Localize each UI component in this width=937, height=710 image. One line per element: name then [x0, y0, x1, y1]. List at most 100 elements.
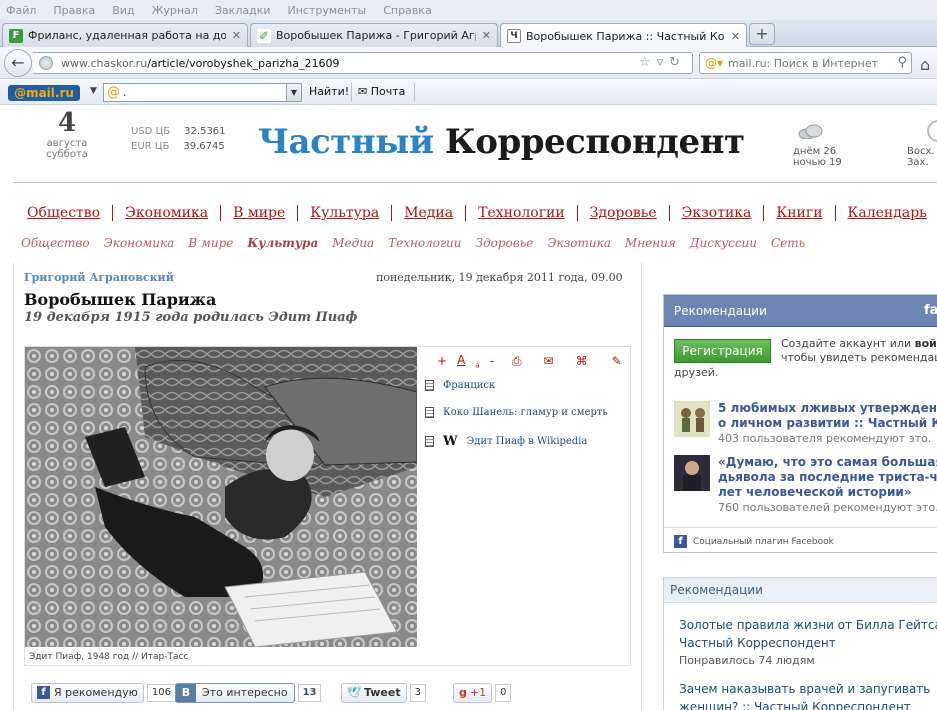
bookmark-star-icon[interactable]: ☆ — [639, 55, 657, 70]
tweet-button[interactable]: 🕊 Tweet — [341, 682, 407, 703]
related-link[interactable]: W Эдит Пиаф в Wikipedia — [425, 434, 587, 449]
menu-view[interactable]: Вид — [112, 4, 134, 17]
reload-icon[interactable]: ↻ — [669, 55, 686, 70]
font-size-button[interactable]: Aa — [457, 353, 480, 369]
article-tools: + Aa - ⎙ ✉ ⌘ ✎ — [437, 353, 632, 369]
menu-file[interactable]: Файл — [6, 4, 36, 17]
rubric-culture[interactable]: Культура — [310, 205, 379, 221]
register-button[interactable]: Регистрация — [674, 339, 771, 363]
network-icon[interactable]: ⌘ — [576, 354, 588, 368]
fb-login-link[interactable]: войти — [915, 337, 937, 350]
menu-tools[interactable]: Инструменты — [288, 4, 367, 17]
font-decrease-button[interactable]: - — [490, 354, 494, 368]
rubric-separator — [576, 205, 578, 221]
email-icon[interactable]: ✉ — [544, 354, 554, 368]
font-increase-button[interactable]: + — [437, 354, 447, 368]
fb-text-see: чтобы увидеть рекомендации — [781, 351, 937, 364]
recommendation-item[interactable]: Золотые правила жизни от Билла Гейтса Ча… — [679, 616, 937, 670]
chaskor-favicon-icon: Ч — [507, 29, 521, 43]
rubric-exotic[interactable]: Экзотика — [682, 205, 752, 221]
subrubric-opinions[interactable]: Мнения — [625, 236, 676, 250]
dropdown-arrow-icon[interactable]: ▿ — [657, 55, 670, 70]
subrubric-media[interactable]: Медиа — [332, 236, 374, 250]
print-icon[interactable]: ⎙ — [512, 354, 522, 369]
rubric-economy[interactable]: Экономика — [125, 205, 208, 221]
tab-vorobyshek-1[interactable]: ✐ Воробышек Парижа - Григорий Аграно... … — [250, 23, 498, 47]
related-link-text[interactable]: Коко Шанель: гламур и смерть — [443, 407, 608, 418]
subrubric-health[interactable]: Здоровье — [476, 236, 534, 250]
rubric-books[interactable]: Книги — [776, 205, 822, 221]
rec-title[interactable]: 5 любимых лживых утверждений ко о личном… — [718, 401, 937, 431]
toolbar-divider — [414, 83, 415, 102]
usd-value: 32.5361 — [184, 126, 226, 137]
facebook-recommend-button[interactable]: f Я рекомендую — [31, 682, 144, 703]
toolbar-search-dropdown[interactable]: ▼ — [286, 84, 301, 101]
related-link[interactable]: Франциск — [425, 380, 495, 391]
rubric-world[interactable]: В мире — [233, 205, 285, 221]
back-button[interactable]: ← — [4, 49, 32, 77]
close-tab-icon[interactable]: ✕ — [232, 29, 241, 42]
tab-freelance[interactable]: F Фриланс, удаленная работа на дому - ..… — [2, 23, 248, 47]
menu-history[interactable]: Журнал — [152, 4, 198, 17]
rubric-calendar[interactable]: Календарь — [848, 205, 927, 221]
weather-night: ночью 19 — [793, 157, 842, 168]
rubric-technology[interactable]: Технологии — [478, 205, 565, 221]
subrubric-technology[interactable]: Технологии — [388, 236, 461, 250]
related-link-text[interactable]: Эдит Пиаф в Wikipedia — [467, 436, 588, 447]
freelance-favicon-icon: F — [9, 28, 23, 43]
rec-title-line: лет человеческой истории» — [718, 485, 912, 499]
subrubric-culture[interactable]: Культура — [247, 236, 318, 250]
rubric-separator — [465, 205, 467, 221]
subrubric-discussions[interactable]: Дискуссии — [690, 236, 757, 250]
subrubric-world[interactable]: В мире — [188, 236, 233, 250]
menu-help[interactable]: Справка — [383, 4, 431, 17]
close-tab-icon[interactable]: ✕ — [482, 29, 491, 42]
pencil-icon[interactable]: ✎ — [612, 354, 622, 368]
menu-edit[interactable]: Правка — [53, 4, 95, 17]
search-bar[interactable]: @▾ ⚲ — [699, 52, 912, 74]
close-tab-icon[interactable]: ✕ — [731, 30, 740, 43]
mailru-logo-text: @mail.ru — [14, 86, 74, 100]
mail-button[interactable]: ✉ Почта — [358, 85, 405, 98]
fb-text-friends: друзей. — [674, 366, 719, 379]
site-logo[interactable]: Частный Корреспондент — [258, 122, 745, 162]
rubric-media[interactable]: Медиа — [404, 205, 453, 221]
subrubric-network[interactable]: Сеть — [771, 236, 805, 250]
eur-value: 39.6745 — [183, 141, 225, 152]
date-day: 4 — [57, 108, 77, 138]
chevron-down-icon[interactable]: ▼ — [90, 86, 97, 96]
find-button[interactable]: Найти! — [309, 85, 349, 98]
rubric-separator — [391, 205, 393, 221]
gplus-share: g +1 0 — [453, 682, 512, 703]
facebook-icon: fac — [924, 303, 937, 318]
rubric-society[interactable]: Общество — [27, 205, 100, 221]
toolbar-divider — [351, 83, 352, 102]
toolbar-search-field[interactable]: @ . ▼ — [103, 83, 302, 102]
subrubric-exotic[interactable]: Экзотика — [547, 236, 611, 250]
mail-label: Почта — [370, 85, 406, 98]
rec-title[interactable]: «Думаю, что это самая большая побе дьяво… — [718, 455, 937, 500]
search-icon[interactable]: ⚲ — [897, 55, 907, 70]
cloud-icon — [798, 124, 823, 139]
address-bar[interactable]: www.chaskor.ru/article/vorobyshek_parizh… — [33, 52, 693, 74]
rubric-health[interactable]: Здоровье — [590, 205, 657, 221]
home-icon[interactable]: ⌂ — [920, 55, 930, 74]
menu-bookmarks[interactable]: Закладки — [215, 4, 271, 17]
new-tab-button[interactable]: + — [749, 23, 775, 45]
related-link[interactable]: Коко Шанель: гламур и смерть — [425, 407, 608, 418]
subrubric-economy[interactable]: Экономика — [104, 236, 175, 250]
vk-button[interactable]: B Это интересно — [175, 682, 295, 703]
site-logo-part1: Частный — [258, 122, 434, 162]
date-box: 4 августа суббота — [38, 108, 96, 160]
related-link-text[interactable]: Франциск — [443, 380, 495, 391]
article-author[interactable]: Григорий Аграновский — [24, 271, 174, 284]
toolbar-search-value[interactable]: . — [123, 86, 127, 99]
subrubric-society[interactable]: Общество — [21, 236, 90, 250]
gplus-button[interactable]: g +1 — [453, 682, 493, 703]
recommendation-item[interactable]: Зачем наказывать врачей и запугивать жен… — [679, 680, 937, 710]
mailru-logo[interactable]: @mail.ru — [8, 85, 80, 101]
search-input[interactable] — [728, 56, 878, 70]
tab-vorobyshek-active[interactable]: Ч Воробышек Парижа :: Частный Коррес... … — [500, 23, 747, 48]
article-photo[interactable] — [25, 347, 417, 647]
facebook-plugin-label[interactable]: Социальный плагин Facebook — [693, 537, 834, 547]
